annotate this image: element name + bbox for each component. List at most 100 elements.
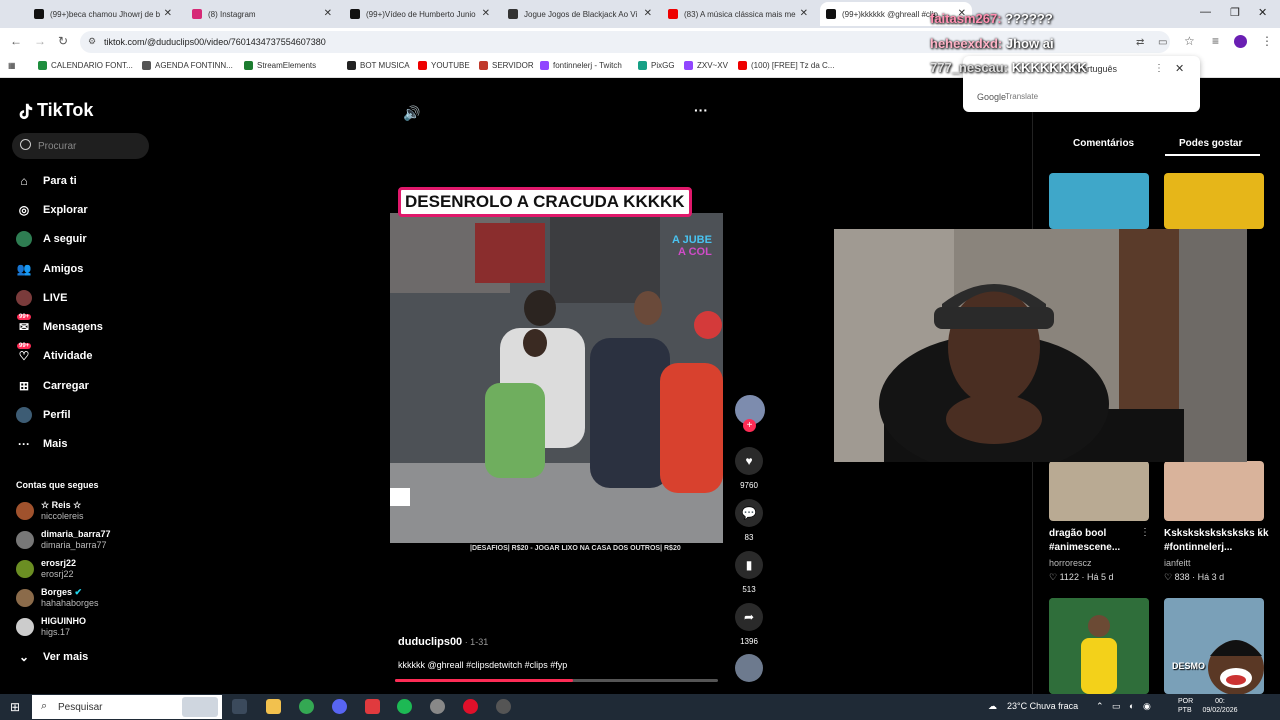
sidebar-item-amigos[interactable]: 👥 Amigos	[16, 261, 84, 277]
apps-grid-icon[interactable]: ▦	[8, 61, 16, 70]
profile-icon	[16, 407, 32, 423]
back-icon[interactable]: ←	[10, 34, 22, 48]
sidebar-item-carregar[interactable]: ⊞ Carregar	[16, 378, 89, 394]
cast-icon[interactable]: ▭	[1158, 37, 1167, 48]
maximize-icon[interactable]: ❐	[1230, 6, 1240, 19]
suggested-video-card[interactable]	[1164, 173, 1264, 229]
streamlabs-icon[interactable]	[365, 699, 380, 714]
notification-badge: 99+	[17, 314, 32, 320]
like-button[interactable]: ♥ 9760	[735, 447, 763, 490]
tab-comments[interactable]: Comentários	[1073, 138, 1134, 149]
search-input[interactable]: Procurar	[12, 133, 149, 159]
see-more-link[interactable]: ⌄ Ver mais	[16, 649, 88, 665]
opera-icon[interactable]	[463, 699, 478, 714]
followed-account[interactable]: dimaria_barra77 dimaria_barra77	[16, 529, 111, 551]
sidebar-item-mais[interactable]: ··· Mais	[16, 436, 67, 452]
bookmark-item[interactable]: fontinnelerj - Twitch	[540, 61, 622, 70]
profile-avatar[interactable]	[1234, 35, 1247, 48]
browser-tab[interactable]: (99+)beca chamou Jhowrj de b ✕	[28, 2, 178, 26]
close-tab-icon[interactable]: ✕	[644, 8, 652, 19]
browser-tab[interactable]: (99+)Vídeo de Humberto Junio ✕	[344, 2, 496, 26]
compass-icon: ◎	[18, 203, 30, 217]
weather-icon[interactable]: ☁	[988, 701, 997, 712]
spotify-icon[interactable]	[397, 699, 412, 714]
translate-menu-icon[interactable]: ⋮	[1154, 63, 1164, 74]
card-more-icon[interactable]: ⋮	[1140, 527, 1150, 538]
browser-tab[interactable]: Jogue Jogos de Blackjack Ao Vi ✕	[502, 2, 658, 26]
sidebar-item-mensagens[interactable]: ✉ 99+ Mensagens	[16, 314, 103, 335]
minimize-icon[interactable]: —	[1200, 6, 1211, 18]
sidebar-item-atividade[interactable]: ♡ 99+ Atividade	[16, 343, 93, 364]
tray-icons[interactable]: ⌃ ▭ ◐ ◉	[1096, 701, 1154, 712]
file-explorer-icon[interactable]	[266, 699, 281, 714]
close-tab-icon[interactable]: ✕	[324, 8, 332, 19]
svg-text:A COL: A COL	[678, 246, 712, 258]
suggested-video-card[interactable]	[1164, 461, 1264, 521]
share-button[interactable]: ➦ 1396	[735, 603, 763, 646]
bookmark-item[interactable]: SERVIDOR	[479, 61, 534, 70]
bookmark-item[interactable]: CALENDARIO FONT...	[38, 61, 133, 70]
suggested-video-card[interactable]	[1049, 461, 1149, 521]
card-more-icon[interactable]: ⋮	[1256, 527, 1266, 538]
volume-icon[interactable]: 🔊	[403, 105, 420, 122]
followed-account[interactable]: ☆ Reis ☆ niccolereis	[16, 500, 84, 522]
windows-start-icon[interactable]: ⊞	[10, 700, 20, 714]
close-icon[interactable]: ✕	[1175, 62, 1184, 75]
followed-account[interactable]: HIGUINHO higs.17	[16, 616, 86, 638]
settings-icon[interactable]	[430, 699, 445, 714]
save-button[interactable]: ▮ 513	[735, 551, 763, 594]
bookmark-item[interactable]: PixGG	[638, 61, 675, 70]
sidebar-item-a-seguir[interactable]: A seguir	[16, 231, 87, 247]
sidebar-item-live[interactable]: LIVE	[16, 290, 67, 306]
more-options-icon[interactable]: ···	[694, 102, 708, 118]
sidebar-item-perfil[interactable]: Perfil	[16, 407, 71, 423]
weather-text[interactable]: 23°C Chuva fraca	[1007, 701, 1078, 711]
language-indicator[interactable]: POR PTB	[1178, 697, 1193, 715]
follow-plus-icon[interactable]: +	[743, 419, 756, 432]
bookmark-item[interactable]: BOT MUSICA	[347, 61, 410, 70]
comment-button[interactable]: 💬 83	[735, 499, 763, 542]
obs-icon[interactable]	[496, 699, 511, 714]
card-username[interactable]: horrorescz	[1049, 558, 1092, 568]
translate-icon[interactable]: ⇄	[1136, 37, 1144, 48]
video-player[interactable]: A JUBE A COL	[390, 213, 723, 543]
close-tab-icon[interactable]: ✕	[800, 8, 808, 19]
clock[interactable]: 00: 09/02/2026	[1200, 697, 1240, 715]
close-window-icon[interactable]: ✕	[1258, 6, 1267, 19]
reload-icon[interactable]: ↻	[58, 34, 68, 48]
card-caption[interactable]: dragão bool #animescene...	[1049, 527, 1154, 555]
followed-account[interactable]: erosrj22 erosrj22	[16, 558, 76, 580]
card-caption[interactable]: Ksksksksksksksks kk #fontinnelerj...	[1164, 527, 1269, 555]
bookmark-item[interactable]: YOUTUBE	[418, 61, 470, 70]
video-author[interactable]: duduclips00 · 1-31	[398, 636, 488, 648]
suggested-video-card[interactable]	[1049, 598, 1149, 694]
video-progress-bar[interactable]	[395, 679, 718, 682]
chrome-icon[interactable]	[299, 699, 314, 714]
extensions-icon[interactable]: ≡	[1212, 34, 1219, 48]
bookmark-item[interactable]: ZXV~XV	[684, 61, 728, 70]
taskbar-search[interactable]: ⌕ Pesquisar	[32, 695, 222, 719]
task-view-icon[interactable]	[232, 699, 247, 714]
bookmark-star-icon[interactable]: ☆	[1184, 34, 1195, 48]
browser-tab[interactable]: (8) Instagram ✕	[186, 2, 338, 26]
card-username[interactable]: ianfeitt	[1164, 558, 1191, 568]
sidebar-item-explorar[interactable]: ◎ Explorar	[16, 202, 88, 218]
close-tab-icon[interactable]: ✕	[164, 8, 172, 19]
bookmark-item[interactable]: AGENDA FONTINN...	[142, 61, 233, 70]
site-info-icon[interactable]: ⚙	[88, 36, 96, 47]
suggested-video-card[interactable]	[1049, 173, 1149, 229]
bookmark-item[interactable]: StreamElements	[244, 61, 316, 70]
tab-suggestions[interactable]: Podes gostar	[1179, 138, 1242, 149]
bookmark-item[interactable]: (100) [FREE] Tz da C...	[738, 61, 834, 70]
discord-icon[interactable]	[332, 699, 347, 714]
music-disc-button[interactable]	[735, 654, 763, 682]
close-tab-icon[interactable]: ✕	[482, 8, 490, 19]
tiktok-logo[interactable]: TikTok	[16, 100, 93, 121]
followed-account[interactable]: Borges ✔ hahahaborges	[16, 587, 99, 609]
menu-icon[interactable]: ⋮	[1261, 34, 1273, 48]
browser-tab[interactable]: (83) A música clássica mais me ✕	[662, 2, 814, 26]
forward-icon[interactable]: →	[34, 34, 46, 48]
sidebar-item-para-ti[interactable]: ⌂ Para ti	[16, 173, 76, 189]
author-avatar-button[interactable]: +	[735, 395, 765, 432]
chat-message: heheexdxd: Jhow ai	[930, 36, 1054, 51]
